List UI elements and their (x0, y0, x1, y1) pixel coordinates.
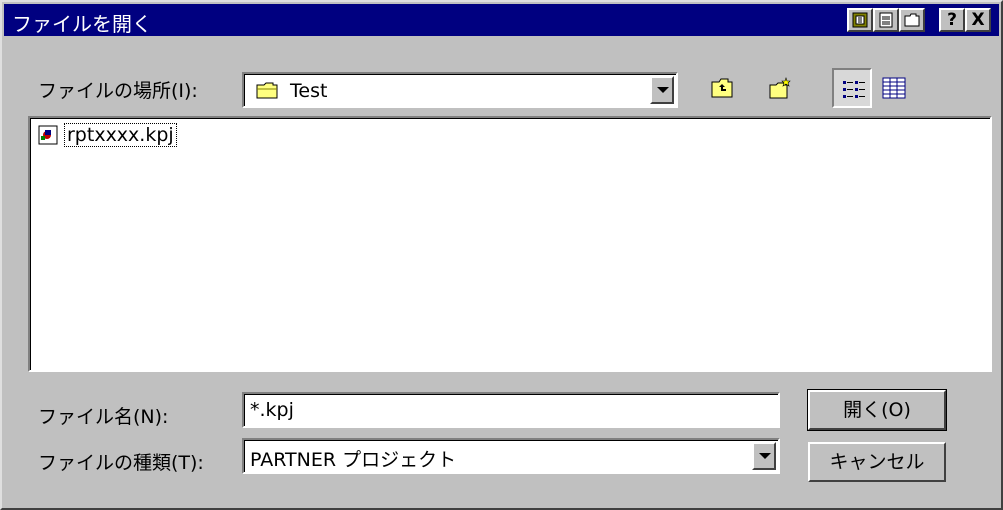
list-view-icon (843, 81, 865, 98)
location-dropdown[interactable]: Test (242, 72, 678, 108)
new-folder-icon (769, 77, 791, 99)
filename-value: *.kpj (250, 399, 294, 421)
filename-label: ファイル名(N): (38, 406, 169, 428)
close-button[interactable]: X (965, 8, 991, 32)
dialog-title: ファイルを開く (12, 12, 152, 36)
list-view-button[interactable] (832, 68, 872, 108)
window-list-icon (852, 12, 868, 28)
details-view-icon (882, 77, 906, 99)
partner-project-file-icon (38, 125, 58, 145)
help-button[interactable]: ? (939, 8, 965, 32)
folder-icon (256, 82, 278, 99)
new-folder-button[interactable] (760, 68, 800, 108)
location-value: Test (290, 80, 328, 102)
location-dropdown-arrow[interactable] (650, 76, 674, 104)
title-bar[interactable]: ファイルを開く ? X (4, 4, 999, 36)
details-view-button[interactable] (874, 68, 914, 108)
open-button[interactable]: 開く(O) (807, 389, 947, 431)
filename-field[interactable]: *.kpj (242, 392, 780, 428)
document-icon (879, 12, 893, 28)
location-label: ファイルの場所(I): (38, 80, 198, 102)
system-button-1[interactable] (847, 8, 873, 32)
filetype-dropdown-arrow[interactable] (752, 442, 776, 470)
filetype-label: ファイルの種類(T): (38, 452, 204, 474)
filetype-dropdown[interactable]: PARTNER プロジェクト (242, 438, 780, 474)
up-one-level-button[interactable] (702, 68, 742, 108)
system-button-2[interactable] (873, 8, 899, 32)
open-file-dialog: ファイルを開く ? X ファイルの場所(I): Test rptxxxx.kpj… (0, 0, 1003, 510)
folder-outline-icon (904, 13, 920, 27)
system-button-3[interactable] (899, 8, 925, 32)
file-name: rptxxxx.kpj (64, 123, 177, 147)
file-list[interactable] (28, 116, 992, 372)
folder-up-icon (711, 78, 733, 98)
filetype-value: PARTNER プロジェクト (250, 449, 457, 471)
cancel-button[interactable]: キャンセル (808, 442, 946, 482)
